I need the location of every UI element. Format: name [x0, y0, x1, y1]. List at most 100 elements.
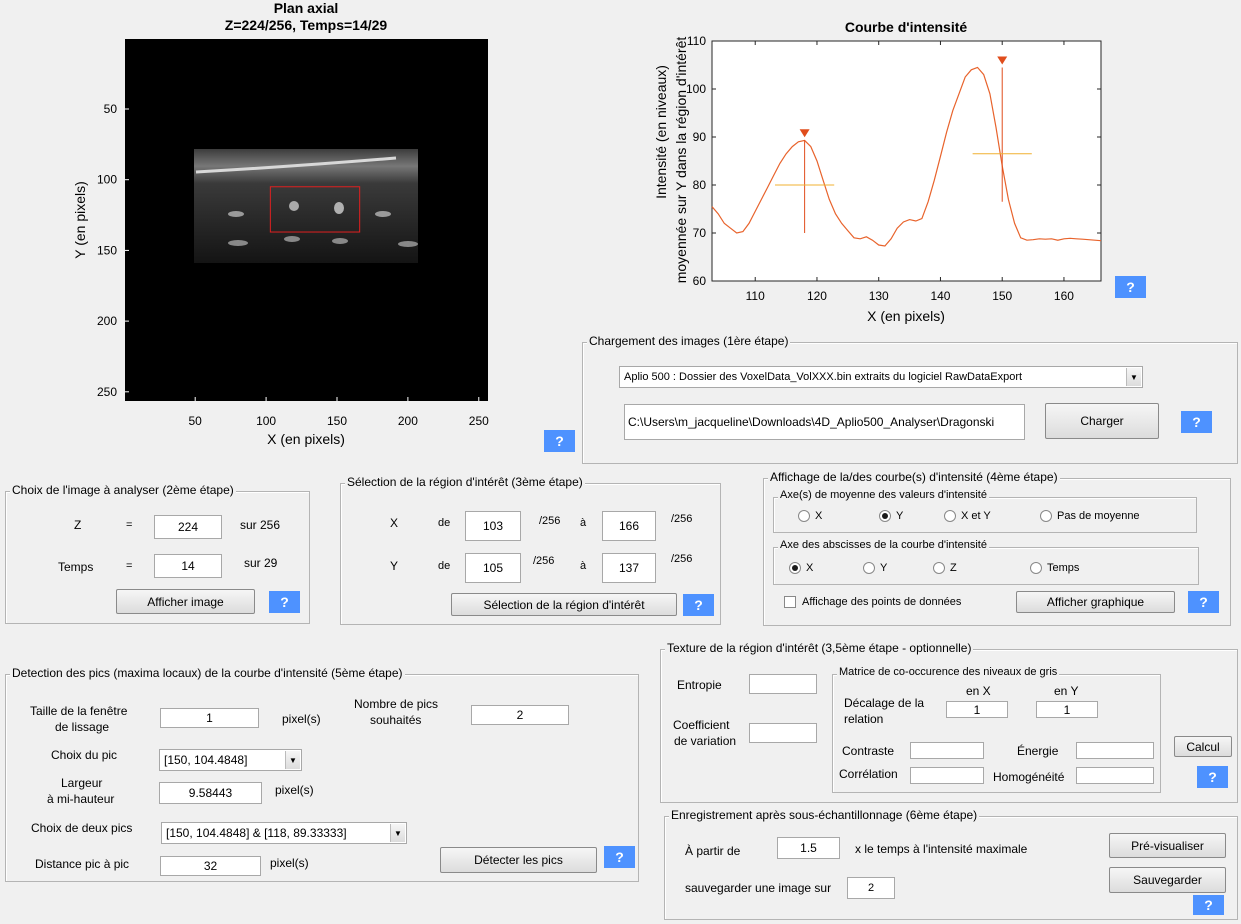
moyenne-radio-xy[interactable]: X et Y: [944, 510, 991, 522]
help-enregistrement-button[interactable]: ?: [1193, 895, 1224, 915]
axial-x-tick-label: 250: [469, 414, 489, 428]
points-checkbox[interactable]: Affichage des points de données: [784, 596, 961, 608]
slice-spot: [228, 211, 244, 217]
help-affichage-button[interactable]: ?: [1188, 591, 1219, 613]
slice-spot: [284, 236, 300, 242]
afficher-graphique-button[interactable]: Afficher graphique: [1016, 591, 1175, 613]
slice-spot: [334, 202, 344, 214]
afficher-image-button[interactable]: Afficher image: [116, 589, 255, 614]
roi-x-to-value: 166: [618, 519, 640, 533]
temps-suffix: sur 29: [244, 556, 278, 570]
distance-input[interactable]: 32: [160, 856, 261, 876]
z-input[interactable]: 224: [154, 515, 222, 539]
coef-field[interactable]: [749, 723, 817, 743]
radio-indicator: [879, 510, 891, 522]
axial-x-axis: 50 100 150 200 250: [189, 397, 489, 428]
axial-plot-subtitle: Z=224/256, Temps=14/29: [225, 17, 388, 33]
axial-x-tick-label: 150: [327, 414, 347, 428]
energie-field[interactable]: [1076, 742, 1154, 759]
radio-indicator: [798, 510, 810, 522]
roi-x-from-input[interactable]: 103: [465, 511, 521, 541]
largeur-input[interactable]: 9.58443: [159, 782, 262, 804]
moyenne-radio-y[interactable]: Y: [879, 510, 903, 522]
chevron-down-icon[interactable]: ▼: [285, 751, 300, 769]
chevron-down-icon[interactable]: ▼: [390, 824, 405, 842]
chart-x-tick-label: 130: [869, 289, 889, 303]
decalage-x-input[interactable]: 1: [946, 701, 1008, 718]
en-y-label: en Y: [1054, 684, 1079, 698]
choix-pic-dropdown[interactable]: [150, 104.4848] ▼: [159, 749, 302, 771]
largeur-label-2: à mi-hauteur: [47, 792, 115, 806]
z-label: Z: [74, 518, 82, 532]
axial-y-axis: 50 100 150 200 250: [97, 102, 129, 399]
choix-deux-value: [150, 104.4848] & [118, 89.33333]: [166, 826, 347, 840]
roi-x-to-unit: /256: [671, 513, 693, 525]
chart-ylabel-line1: Intensité (en niveaux): [653, 65, 669, 199]
chart-y-tick-label: 90: [693, 130, 707, 144]
nb-pics-label-2: souhaités: [370, 713, 422, 727]
z-suffix: sur 256: [240, 518, 281, 532]
charger-button[interactable]: Charger: [1045, 403, 1159, 439]
selection-roi-button[interactable]: Sélection de la région d'intérêt: [451, 593, 677, 616]
roi-y-de: de: [438, 560, 451, 572]
correlation-field[interactable]: [910, 767, 984, 784]
help-choix-button[interactable]: ?: [269, 591, 300, 613]
chart-x-tick-label: 140: [930, 289, 950, 303]
source-dropdown[interactable]: Aplio 500 : Dossier des VoxelData_VolXXX…: [619, 366, 1143, 388]
z-equals: =: [126, 519, 133, 531]
homogeneite-field[interactable]: [1076, 767, 1154, 784]
nb-pics-input[interactable]: 2: [471, 705, 569, 725]
abscisse-radio-x[interactable]: X: [789, 562, 813, 574]
previsualiser-button[interactable]: Pré-visualiser: [1109, 833, 1226, 858]
chart-y-tick-label: 110: [687, 34, 706, 48]
roi-y-from-input[interactable]: 105: [465, 553, 521, 583]
slice-spot: [375, 211, 391, 217]
factor-value: 1.5: [800, 841, 817, 855]
abscisse-radio-y[interactable]: Y: [863, 562, 887, 574]
choix-panel: Choix de l'image à analyser (2ème étape)…: [5, 483, 310, 624]
decalage-x-value: 1: [973, 702, 981, 717]
radio-label: Z: [950, 562, 957, 574]
abscisse-radio-z[interactable]: Z: [933, 562, 957, 574]
radio-label: Pas de moyenne: [1057, 510, 1140, 522]
chart-title: Courbe d'intensité: [845, 19, 968, 35]
temps-equals: =: [126, 560, 133, 572]
axial-y-tick-label: 200: [97, 314, 117, 328]
roi-y-to-input[interactable]: 137: [602, 553, 656, 583]
taille-input[interactable]: 1: [160, 708, 259, 728]
moyenne-radio-none[interactable]: Pas de moyenne: [1040, 510, 1140, 522]
axial-plot-title: Plan axial: [274, 0, 339, 16]
entropie-field[interactable]: [749, 674, 817, 694]
radio-indicator: [789, 562, 801, 574]
roi-x-to-input[interactable]: 166: [602, 511, 656, 541]
axial-y-tick-label: 100: [97, 173, 117, 187]
contraste-field[interactable]: [910, 742, 984, 759]
affichage-panel: Affichage de la/des courbe(s) d'intensit…: [763, 470, 1231, 626]
path-field[interactable]: C:\Users\m_jacqueline\Downloads\4D_Aplio…: [624, 404, 1025, 440]
help-chargement-button[interactable]: ?: [1181, 411, 1212, 433]
temps-input[interactable]: 14: [154, 554, 222, 578]
help-texture-button[interactable]: ?: [1197, 766, 1228, 788]
decalage-y-input[interactable]: 1: [1036, 701, 1098, 718]
help-selection-button[interactable]: ?: [683, 594, 714, 616]
help-detection-button[interactable]: ?: [604, 846, 635, 868]
help-chart-button[interactable]: ?: [1115, 276, 1146, 298]
sauver-input[interactable]: 2: [847, 877, 895, 899]
distance-label: Distance pic à pic: [35, 857, 130, 871]
roi-x-a: à: [580, 517, 587, 529]
radio-label: Y: [896, 510, 904, 522]
path-value: C:\Users\m_jacqueline\Downloads\4D_Aplio…: [628, 415, 995, 429]
choix-title: Choix de l'image à analyser (2ème étape): [10, 483, 236, 497]
detecter-pics-button[interactable]: Détecter les pics: [440, 847, 597, 873]
sauvegarder-button[interactable]: Sauvegarder: [1109, 867, 1226, 893]
moyenne-radio-x[interactable]: X: [798, 510, 822, 522]
axe-abscisse-title: Axe des abscisses de la courbe d'intensi…: [778, 539, 989, 551]
factor-input[interactable]: 1.5: [777, 837, 840, 859]
affichage-title: Affichage de la/des courbe(s) d'intensit…: [768, 470, 1060, 484]
checkbox-box[interactable]: [784, 596, 796, 608]
abscisse-radio-temps[interactable]: Temps: [1030, 562, 1079, 574]
calcul-button[interactable]: Calcul: [1174, 736, 1232, 757]
help-axial-button[interactable]: ?: [544, 430, 575, 452]
choix-deux-dropdown[interactable]: [150, 104.4848] & [118, 89.33333] ▼: [161, 822, 407, 844]
chevron-down-icon[interactable]: ▼: [1126, 368, 1141, 386]
